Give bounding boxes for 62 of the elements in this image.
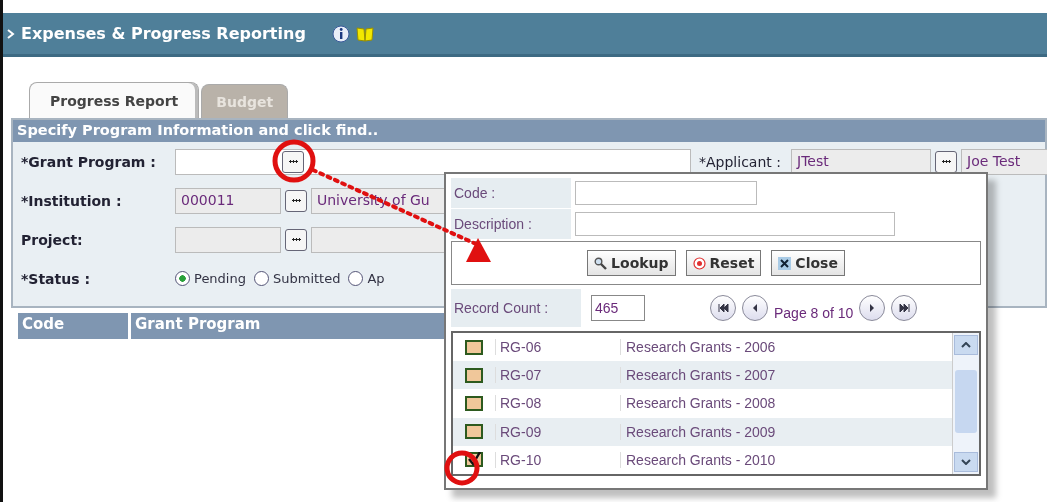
radio-icon[interactable] — [175, 271, 190, 286]
search-button[interactable]: Lookup — [587, 250, 676, 276]
text-field[interactable]: 000011 — [175, 187, 281, 214]
radio-icon[interactable] — [253, 271, 269, 286]
table-cell: RG-08 — [495, 395, 620, 412]
highlight-circle — [444, 450, 480, 486]
table-cell: RG-09 — [495, 423, 620, 440]
lookup-button[interactable] — [935, 150, 957, 173]
unchecked-box-icon[interactable] — [465, 424, 483, 440]
unchecked-box-icon[interactable] — [465, 339, 483, 355]
radio-label: Ap — [367, 271, 385, 286]
text-field[interactable]: JTest — [791, 148, 931, 175]
first-page-icon — [717, 304, 729, 312]
field-label: *Institution : — [20, 192, 123, 209]
last-page-button[interactable] — [891, 295, 918, 321]
page-title: Expenses & Progress Reporting — [21, 24, 306, 43]
input-field[interactable] — [575, 212, 895, 236]
info-icon[interactable] — [331, 24, 350, 43]
field-label: *Status : — [20, 270, 91, 287]
record-count-field: 465 — [591, 295, 645, 321]
right-triangle-icon — [869, 304, 876, 312]
field-label: *Grant Program : — [20, 153, 157, 170]
radio-button[interactable]: Ap — [348, 271, 385, 286]
text-field[interactable]: Joe Test — [961, 148, 1047, 175]
radio-label: Pending — [194, 271, 246, 286]
table-cell: RG-06 — [495, 339, 620, 356]
radio-icon[interactable] — [348, 271, 364, 286]
close-button[interactable]: Close — [771, 250, 845, 276]
field-label: Code : — [451, 178, 571, 208]
first-page-button[interactable] — [710, 295, 736, 321]
lookup-button[interactable] — [285, 189, 307, 212]
book-icon[interactable] — [355, 25, 374, 42]
scrollbar[interactable] — [952, 333, 979, 474]
text-field[interactable] — [175, 226, 281, 253]
radio-label: Submitted — [272, 271, 341, 286]
radio-button[interactable]: Pending — [175, 271, 246, 286]
input-field[interactable] — [575, 181, 757, 205]
unchecked-box-icon[interactable] — [465, 395, 483, 411]
radio-button[interactable]: Submitted — [253, 271, 341, 286]
field-label: Record Count : — [451, 289, 581, 327]
reset-button[interactable]: Reset — [685, 250, 762, 276]
target-icon — [692, 256, 706, 270]
lookup-button[interactable] — [282, 150, 304, 173]
panel-title: Specify Program Information and click find.. — [13, 120, 1045, 142]
next-page-button[interactable] — [859, 295, 886, 321]
close-icon — [778, 256, 792, 270]
text-field[interactable] — [175, 148, 691, 175]
unchecked-box-icon[interactable] — [465, 367, 483, 383]
field-label: Description : — [451, 209, 571, 239]
chevron-icon — [7, 28, 15, 39]
tab[interactable]: Progress Report — [29, 82, 200, 118]
table-cell: RG-07 — [495, 367, 620, 384]
lookup-button[interactable] — [285, 228, 307, 251]
field-label: *Applicant : — [699, 153, 782, 170]
search-icon — [594, 256, 608, 270]
left-triangle-icon — [752, 304, 758, 312]
page-indicator: Page 8 of 10 — [774, 305, 854, 321]
last-page-icon — [898, 304, 910, 312]
highlight-circle — [272, 139, 316, 183]
previous-page-button[interactable] — [742, 295, 768, 321]
table-cell: RG-10 — [495, 451, 620, 468]
field-label: Project: — [20, 231, 84, 248]
